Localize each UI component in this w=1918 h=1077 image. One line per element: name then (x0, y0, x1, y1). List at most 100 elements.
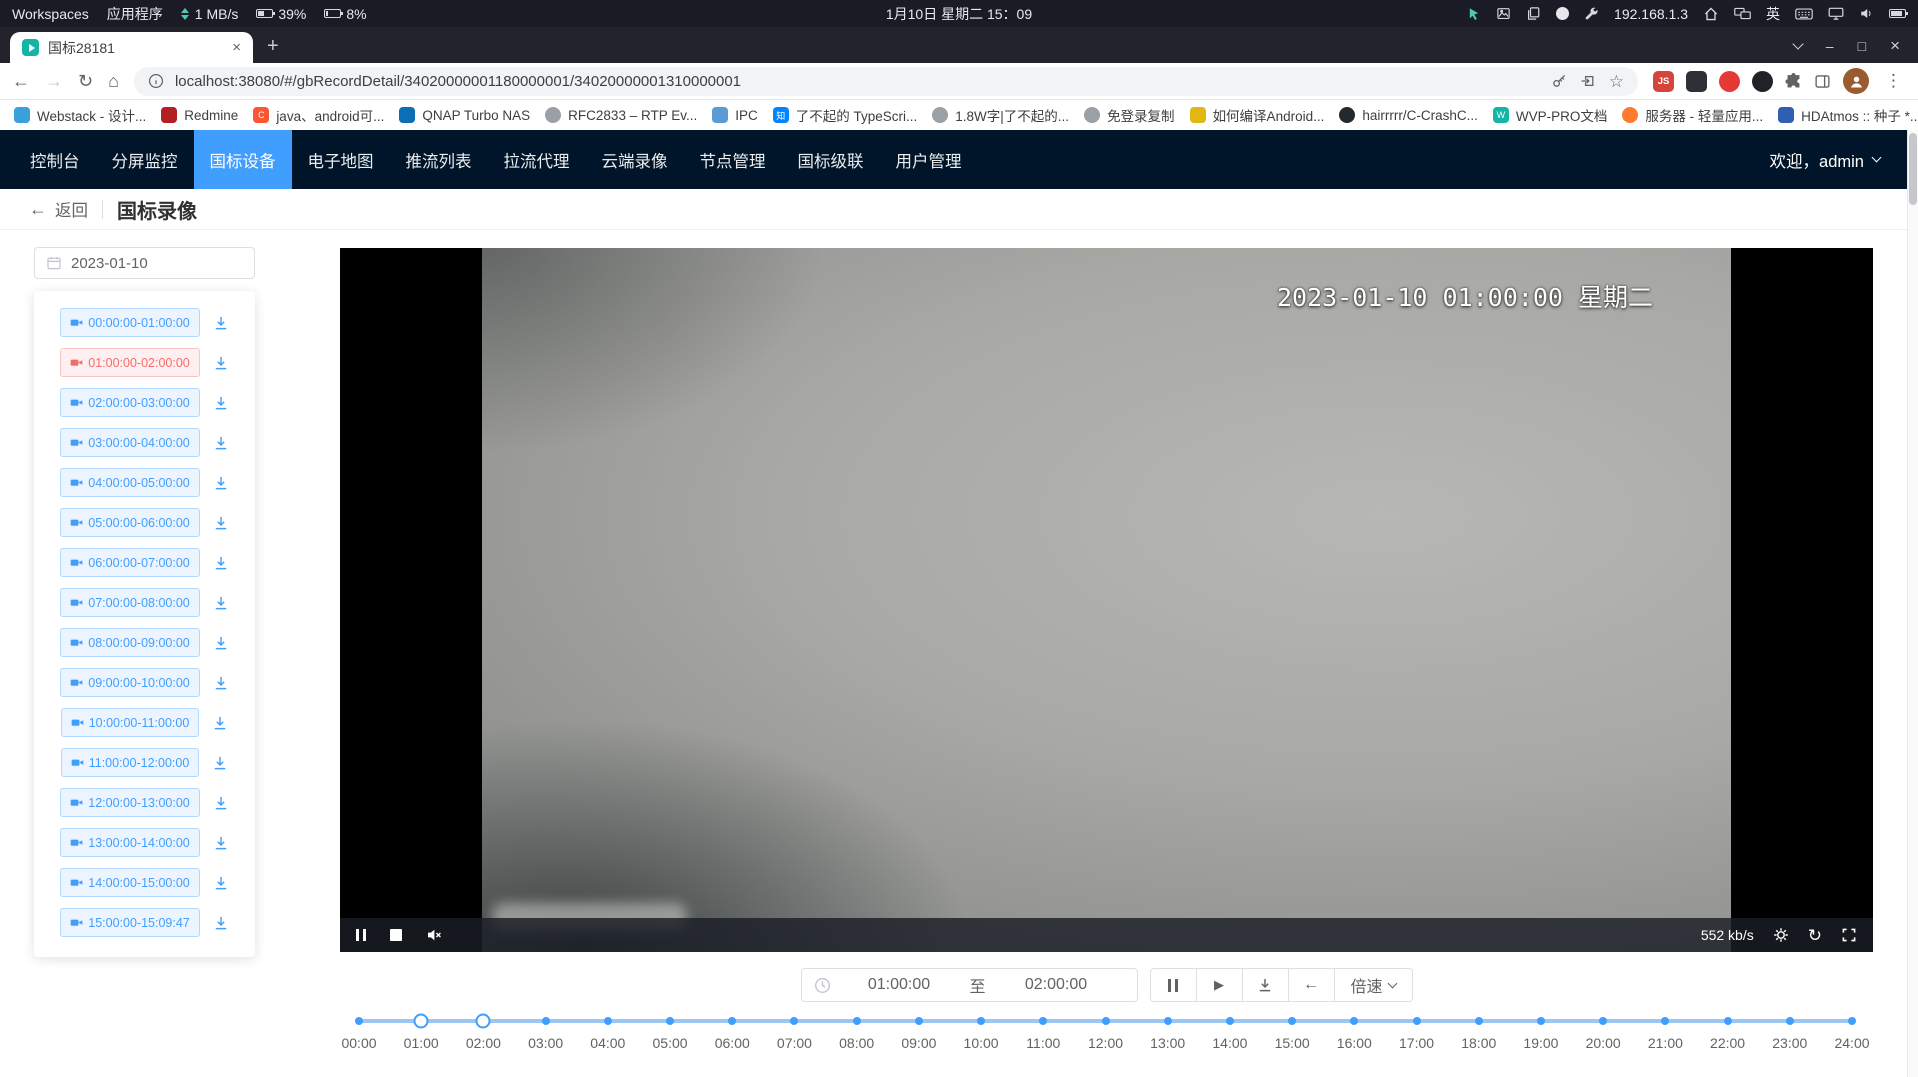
nav-menu-item[interactable]: 分屏监控 (96, 130, 194, 189)
nav-menu-item[interactable]: 控制台 (14, 130, 96, 189)
settings-gear-icon[interactable] (1773, 927, 1789, 943)
browser-menu-icon[interactable]: ⋮ (1881, 71, 1906, 91)
range-end-input[interactable]: 02:00:00 (988, 976, 1125, 994)
tray-status-dot-icon[interactable] (1556, 7, 1569, 20)
bookmark-item[interactable]: 知 了不起的 TypeScri... (773, 105, 918, 125)
time-range-picker[interactable]: 01:00:00 至 02:00:00 (801, 968, 1138, 1002)
share-icon[interactable] (1580, 73, 1596, 89)
download-icon[interactable] (213, 635, 229, 651)
bookmark-item[interactable]: W WVP-PRO文档 (1493, 105, 1608, 125)
download-icon[interactable] (213, 395, 229, 411)
tray-clipboard-icon[interactable] (1526, 6, 1541, 21)
download-icon[interactable] (212, 755, 228, 771)
segment-button[interactable]: 06:00:00-07:00:00 (60, 548, 199, 577)
download-icon[interactable] (213, 315, 229, 331)
segment-button[interactable]: 12:00:00-13:00:00 (60, 788, 199, 817)
pause-button[interactable] (1150, 968, 1197, 1002)
nav-menu-item[interactable]: 电子地图 (292, 130, 390, 189)
timeline-handle[interactable] (414, 1014, 429, 1029)
key-icon[interactable] (1551, 73, 1567, 89)
pause-icon[interactable] (356, 929, 366, 941)
bookmark-item[interactable]: 服务器 - 轻量应用... (1622, 105, 1763, 125)
tab-close-icon[interactable]: × (228, 39, 245, 56)
bookmark-item[interactable]: IPC (712, 107, 758, 123)
volume-muted-icon[interactable] (426, 927, 442, 943)
segment-button[interactable]: 10:00:00-11:00:00 (61, 708, 200, 737)
download-icon[interactable] (213, 595, 229, 611)
segment-button[interactable]: 13:00:00-14:00:00 (60, 828, 199, 857)
segment-button[interactable]: 08:00:00-09:00:00 (60, 628, 199, 657)
fullscreen-icon[interactable] (1841, 927, 1857, 943)
tray-cursor-icon[interactable] (1467, 7, 1481, 21)
download-icon[interactable] (213, 915, 229, 931)
keyboard-icon[interactable] (1795, 8, 1813, 20)
minimize-button[interactable]: – (1826, 39, 1834, 53)
bookmark-item[interactable]: 1.8W字|了不起的... (932, 105, 1069, 125)
download-button[interactable] (1242, 968, 1289, 1002)
download-icon[interactable] (213, 555, 229, 571)
segment-button[interactable]: 05:00:00-06:00:00 (60, 508, 199, 537)
back-button[interactable]: ← (12, 72, 30, 90)
ip-address[interactable]: 192.168.1.3 (1614, 6, 1688, 22)
back-link[interactable]: ← 返回 (29, 197, 88, 221)
page-scrollbar[interactable] (1907, 130, 1918, 1077)
url-bar[interactable]: localhost:38080/#/gbRecordDetail/3402000… (134, 67, 1638, 96)
nav-menu-item[interactable]: 国标设备 (194, 130, 292, 189)
segment-button[interactable]: 14:00:00-15:00:00 (60, 868, 199, 897)
profile-avatar[interactable] (1843, 68, 1869, 94)
download-icon[interactable] (212, 715, 228, 731)
download-icon[interactable] (213, 435, 229, 451)
download-icon[interactable] (213, 355, 229, 371)
extensions-puzzle-icon[interactable] (1785, 73, 1802, 90)
previous-button[interactable]: ← (1288, 968, 1335, 1002)
speed-dropdown[interactable]: 倍速 (1334, 968, 1413, 1002)
site-info-icon[interactable] (148, 73, 164, 89)
timeline-handle[interactable] (476, 1014, 491, 1029)
display-mirror-icon[interactable] (1734, 7, 1751, 20)
download-icon[interactable] (213, 515, 229, 531)
input-language-indicator[interactable]: 英 (1766, 4, 1780, 24)
close-window-button[interactable]: × (1890, 37, 1900, 54)
segment-button[interactable]: 03:00:00-04:00:00 (60, 428, 199, 457)
range-start-input[interactable]: 01:00:00 (831, 976, 968, 994)
timeline-track[interactable] (359, 1019, 1852, 1023)
stop-icon[interactable] (390, 929, 402, 941)
reload-button[interactable]: ↻ (78, 72, 93, 90)
bookmark-item[interactable]: RFC2833 – RTP Ev... (545, 107, 697, 123)
nav-menu-item[interactable]: 云端录像 (586, 130, 684, 189)
extension-darkreader-icon[interactable] (1752, 71, 1773, 92)
download-icon[interactable] (213, 675, 229, 691)
forward-button[interactable]: → (45, 72, 63, 90)
tray-wrench-icon[interactable] (1584, 6, 1599, 21)
date-picker-input[interactable]: 2023-01-10 (34, 247, 255, 279)
segment-button[interactable]: 02:00:00-03:00:00 (60, 388, 199, 417)
download-icon[interactable] (213, 875, 229, 891)
tab-search-icon[interactable] (1792, 38, 1803, 49)
extension-adblock-icon[interactable] (1719, 71, 1740, 92)
home-button[interactable]: ⌂ (108, 72, 119, 90)
segment-button[interactable]: 07:00:00-08:00:00 (60, 588, 199, 617)
download-icon[interactable] (213, 475, 229, 491)
user-menu[interactable]: 欢迎，admin (1770, 148, 1880, 172)
volume-icon[interactable] (1859, 6, 1874, 21)
bookmark-item[interactable]: 免登录复制 (1084, 105, 1175, 125)
tray-screenshot-icon[interactable] (1496, 6, 1511, 21)
refresh-icon[interactable]: ↻ (1808, 927, 1822, 944)
bookmark-item[interactable]: HDAtmos :: 种子 *... (1778, 105, 1918, 125)
extension-tampermonkey-icon[interactable] (1686, 71, 1707, 92)
split-view-icon[interactable] (1814, 73, 1831, 90)
home-icon[interactable] (1703, 6, 1719, 22)
nav-menu-item[interactable]: 用户管理 (880, 130, 978, 189)
applications-button[interactable]: 应用程序 (107, 4, 163, 24)
download-icon[interactable] (213, 795, 229, 811)
download-icon[interactable] (213, 835, 229, 851)
bookmark-star-icon[interactable]: ☆ (1609, 73, 1624, 90)
maximize-button[interactable]: □ (1858, 39, 1866, 53)
segment-button[interactable]: 01:00:00-02:00:00 (60, 348, 199, 377)
segment-button[interactable]: 04:00:00-05:00:00 (60, 468, 199, 497)
bookmark-item[interactable]: Webstack - 设计... (14, 105, 146, 125)
nav-menu-item[interactable]: 拉流代理 (488, 130, 586, 189)
bookmark-item[interactable]: C java、android可... (253, 105, 384, 125)
battery-icon[interactable] (1889, 9, 1906, 18)
new-tab-button[interactable]: + (267, 36, 279, 56)
